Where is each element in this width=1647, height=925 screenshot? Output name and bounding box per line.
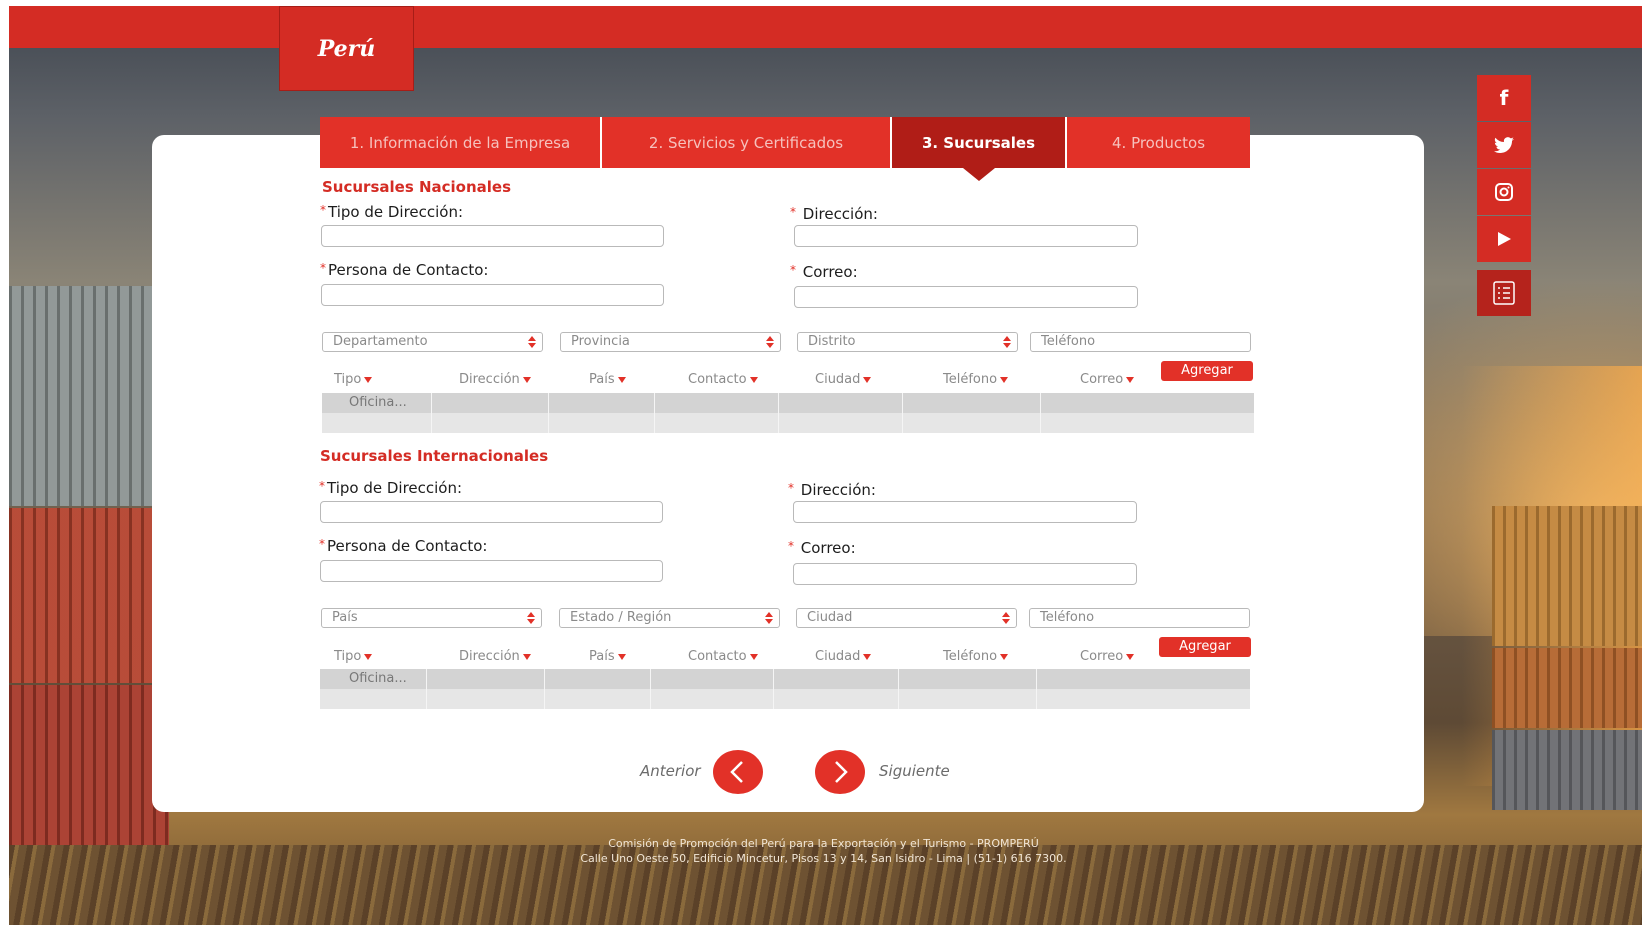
telefono-input-intl[interactable]: Teléfono xyxy=(1029,608,1250,628)
col-pais[interactable]: País xyxy=(589,649,626,664)
telefono-input[interactable]: Teléfono xyxy=(1030,332,1251,352)
table-header-nacionales: Tipo Dirección País Contacto Ciudad Telé… xyxy=(322,372,1254,392)
table-header-internacionales: Tipo Dirección País Contacto Ciudad Telé… xyxy=(322,649,1254,669)
correo-input[interactable] xyxy=(794,286,1138,308)
provincia-select[interactable]: Provincia xyxy=(560,332,781,352)
footer-line-1: Comisión de Promoción del Perú para la E… xyxy=(608,837,1039,850)
distrito-select[interactable]: Distrito xyxy=(797,332,1018,352)
instagram-icon[interactable] xyxy=(1477,169,1531,215)
estado-region-select[interactable]: Estado / Región xyxy=(559,608,780,628)
col-pais[interactable]: País xyxy=(589,372,626,387)
select-arrow-icon xyxy=(1003,335,1011,349)
section-title-internacionales: Sucursales Internacionales xyxy=(320,447,549,465)
checklist-icon[interactable] xyxy=(1477,270,1531,316)
cell-tipo: Oficina... xyxy=(349,671,407,686)
label-tipo-direccion: * Tipo de Dirección: xyxy=(320,203,464,221)
chevron-left-icon xyxy=(730,761,743,783)
peru-logo[interactable]: Perú xyxy=(279,6,414,91)
label-correo: * Correo: xyxy=(790,263,858,281)
next-button[interactable] xyxy=(815,750,865,794)
col-telefono[interactable]: Teléfono xyxy=(943,649,1009,664)
tipo-direccion-input[interactable] xyxy=(321,225,664,247)
label-tipo-direccion-intl: * Tipo de Dirección: xyxy=(319,479,463,497)
logo-text: Perú xyxy=(317,35,376,62)
footer: Comisión de Promoción del Perú para la E… xyxy=(0,836,1647,866)
tab-productos[interactable]: 4. Productos xyxy=(1067,117,1250,168)
containers-right xyxy=(1492,386,1642,810)
top-bar xyxy=(9,6,1642,48)
col-correo[interactable]: Correo xyxy=(1080,372,1135,387)
label-persona-contacto: * Persona de Contacto: xyxy=(320,261,489,279)
label-correo-intl: * Correo: xyxy=(788,539,856,557)
col-correo[interactable]: Correo xyxy=(1080,649,1135,664)
col-tipo[interactable]: Tipo xyxy=(334,372,373,387)
select-arrow-icon xyxy=(1002,611,1010,625)
select-arrow-icon xyxy=(527,611,535,625)
correo-input-intl[interactable] xyxy=(793,563,1137,585)
containers-left xyxy=(9,286,169,886)
tipo-direccion-input-intl[interactable] xyxy=(320,501,663,523)
section-title-nacionales: Sucursales Nacionales xyxy=(322,178,512,196)
ciudad-select[interactable]: Ciudad xyxy=(796,608,1017,628)
youtube-icon[interactable] xyxy=(1477,216,1531,262)
persona-contacto-input[interactable] xyxy=(321,284,664,306)
persona-contacto-input-intl[interactable] xyxy=(320,560,663,582)
col-contacto[interactable]: Contacto xyxy=(688,372,758,387)
select-arrow-icon xyxy=(765,611,773,625)
col-tipo[interactable]: Tipo xyxy=(334,649,373,664)
col-ciudad[interactable]: Ciudad xyxy=(815,372,872,387)
col-direccion[interactable]: Dirección xyxy=(459,372,531,387)
anterior-label[interactable]: Anterior xyxy=(640,762,701,780)
tab-informacion[interactable]: 1. Información de la Empresa xyxy=(320,117,602,168)
table-row[interactable] xyxy=(320,669,1250,689)
table-nacionales: Oficina... xyxy=(322,393,1254,433)
departamento-select[interactable]: Departamento xyxy=(322,332,543,352)
table-internacionales: Oficina... xyxy=(320,669,1250,709)
direccion-input-intl[interactable] xyxy=(793,501,1137,523)
pais-select[interactable]: País xyxy=(321,608,542,628)
prev-button[interactable] xyxy=(713,750,763,794)
cell-tipo: Oficina... xyxy=(349,395,407,410)
col-direccion[interactable]: Dirección xyxy=(459,649,531,664)
col-ciudad[interactable]: Ciudad xyxy=(815,649,872,664)
facebook-icon[interactable]: f xyxy=(1477,75,1531,121)
footer-line-2: Calle Uno Oeste 50, Edificio Mincetur, P… xyxy=(580,852,1067,865)
select-arrow-icon xyxy=(528,335,536,349)
label-direccion: * Dirección: xyxy=(790,205,878,223)
tab-sucursales[interactable]: 3. Sucursales xyxy=(892,117,1067,181)
tab-servicios[interactable]: 2. Servicios y Certificados xyxy=(602,117,892,168)
social-bar: f xyxy=(1477,75,1531,317)
col-contacto[interactable]: Contacto xyxy=(688,649,758,664)
label-direccion-intl: * Dirección: xyxy=(788,481,876,499)
label-persona-contacto-intl: * Persona de Contacto: xyxy=(319,537,488,555)
step-tabs: 1. Información de la Empresa 2. Servicio… xyxy=(320,117,1250,181)
select-arrow-icon xyxy=(766,335,774,349)
direccion-input[interactable] xyxy=(794,225,1138,247)
siguiente-label[interactable]: Siguiente xyxy=(879,762,950,780)
twitter-icon[interactable] xyxy=(1477,122,1531,168)
col-telefono[interactable]: Teléfono xyxy=(943,372,1009,387)
table-row[interactable] xyxy=(322,393,1254,413)
chevron-right-icon xyxy=(835,761,848,783)
